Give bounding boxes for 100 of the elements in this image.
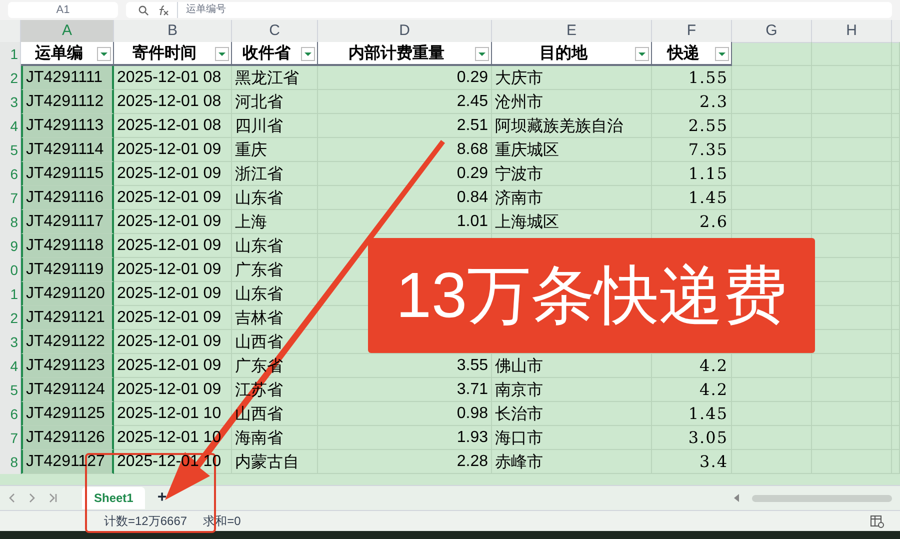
row-number: 7 xyxy=(10,430,18,446)
table-cell: 2.45 xyxy=(456,93,488,110)
table-cell: 2025-12-01 09 xyxy=(117,237,222,254)
table-cell: JT4291117 xyxy=(26,213,104,230)
row-number: 1 xyxy=(10,46,18,62)
table-cell: JT4291120 xyxy=(26,285,105,302)
table-cell: 2025-12-01 09 xyxy=(117,357,222,374)
table-cell: 3.05 xyxy=(688,428,728,447)
table-cell: 8.68 xyxy=(456,141,488,158)
row-number: 3 xyxy=(10,94,18,110)
table-cell: 2.55 xyxy=(688,116,728,135)
column-header[interactable]: G xyxy=(732,20,812,43)
table-cell: 河北省 xyxy=(235,92,283,111)
table-cell: 2025-12-01 08 xyxy=(117,69,222,86)
table-cell: 四川省 xyxy=(235,116,283,135)
table-cell: JT4291122 xyxy=(26,333,105,350)
table-cell: 重庆 xyxy=(235,140,267,159)
table-cell: JT4291111 xyxy=(26,69,102,86)
column-header[interactable]: E xyxy=(492,20,652,43)
table-cell: 2025-12-01 10 xyxy=(117,405,222,422)
table-cell: JT4291123 xyxy=(26,357,105,374)
filter-dropdown-icon[interactable] xyxy=(215,47,229,61)
table-cell: 海口市 xyxy=(495,428,543,447)
table-cell: 内蒙古自 xyxy=(235,452,299,471)
filter-dropdown-icon[interactable] xyxy=(635,47,649,61)
table-cell: 0.29 xyxy=(456,165,488,182)
table-cell: 2.3 xyxy=(700,92,728,111)
row-number: 5 xyxy=(10,382,18,398)
table-cell: 2025-12-01 09 xyxy=(117,261,222,278)
row-number: 6 xyxy=(10,406,18,422)
row-number: 4 xyxy=(10,118,18,134)
table-cell: 0.84 xyxy=(456,189,488,206)
previous-sheet-icon[interactable] xyxy=(8,493,16,503)
column-header[interactable]: B xyxy=(114,20,232,43)
table-cell: 山西省 xyxy=(235,332,283,351)
row-number: 1 xyxy=(10,286,18,302)
table-cell: 3.4 xyxy=(700,452,728,471)
table-cell: JT4291115 xyxy=(26,165,104,182)
name-box[interactable]: A1 xyxy=(8,2,118,18)
search-icon[interactable] xyxy=(138,4,149,16)
row-number: 7 xyxy=(10,190,18,206)
filter-dropdown-icon[interactable] xyxy=(97,47,111,61)
last-sheet-icon[interactable] xyxy=(48,493,58,503)
table-cell: 2025-12-01 09 xyxy=(117,213,222,230)
table-cell: 1.01 xyxy=(456,213,488,230)
table-cell: 0.29 xyxy=(456,69,488,86)
horizontal-scrollbar[interactable] xyxy=(752,494,892,502)
column-header[interactable]: F xyxy=(652,20,732,43)
next-sheet-icon[interactable] xyxy=(28,493,36,503)
table-cell: 阿坝藏族羌族自治 xyxy=(495,116,623,135)
table-cell: 1.45 xyxy=(688,188,728,207)
table-cell: 2025-12-01 09 xyxy=(117,189,222,206)
table-cell: 0.98 xyxy=(456,405,488,422)
table-cell: 浙江省 xyxy=(235,164,283,183)
view-icon[interactable] xyxy=(870,514,884,528)
function-icon[interactable] xyxy=(157,4,169,16)
column-header[interactable]: H xyxy=(812,20,892,43)
scroll-left-icon[interactable] xyxy=(734,494,740,502)
table-cell: 2.51 xyxy=(456,117,488,134)
table-cell: 2025-12-01 09 xyxy=(117,165,222,182)
filter-dropdown-icon[interactable] xyxy=(301,47,315,61)
table-cell: 南京市 xyxy=(495,380,543,399)
table-cell: 2.28 xyxy=(456,453,488,470)
column-title: 收件省 xyxy=(242,42,290,64)
table-cell: JT4291116 xyxy=(26,189,104,206)
row-number: 8 xyxy=(10,454,18,470)
table-cell: JT4291118 xyxy=(26,237,104,254)
filter-dropdown-icon[interactable] xyxy=(715,47,729,61)
add-sheet-button[interactable]: + xyxy=(153,486,171,510)
table-cell: JT4291114 xyxy=(26,141,104,158)
table-cell: 济南市 xyxy=(495,188,543,207)
table-cell: 3.71 xyxy=(456,381,488,398)
filter-dropdown-icon[interactable] xyxy=(475,47,489,61)
column-header[interactable]: C xyxy=(232,20,318,43)
status-text: 求和=0 xyxy=(203,513,241,530)
table-cell: 1.15 xyxy=(688,164,728,183)
table-cell: JT4291113 xyxy=(26,117,104,134)
table-cell: JT4291121 xyxy=(26,309,105,326)
table-cell: JT4291124 xyxy=(26,381,105,398)
table-cell: 4.2 xyxy=(700,356,728,375)
table-cell: 2025-12-01 08 xyxy=(117,117,222,134)
table-cell: 2025-12-01 09 xyxy=(117,381,222,398)
table-cell: 广东省 xyxy=(235,356,283,375)
column-title: 运单编 xyxy=(35,42,83,64)
table-cell: 赤峰市 xyxy=(495,452,543,471)
table-cell: 上海城区 xyxy=(495,212,559,231)
table-cell: 重庆城区 xyxy=(495,140,559,159)
table-cell: 上海 xyxy=(235,212,267,231)
table-cell: 7.35 xyxy=(688,140,728,159)
column-title: 目的地 xyxy=(540,42,588,64)
formula-field[interactable]: 运单编号 xyxy=(177,2,226,18)
table-cell: 广东省 xyxy=(235,260,283,279)
table-cell: 2025-12-01 08 xyxy=(117,93,222,110)
table-cell: 1.93 xyxy=(456,429,488,446)
row-number: 8 xyxy=(10,214,18,230)
table-cell: 1.45 xyxy=(688,404,728,423)
column-header[interactable]: D xyxy=(318,20,492,43)
sheet-tab[interactable]: Sheet1 xyxy=(82,487,146,509)
row-number: 9 xyxy=(10,238,18,254)
table-cell: 3.55 xyxy=(456,357,488,374)
